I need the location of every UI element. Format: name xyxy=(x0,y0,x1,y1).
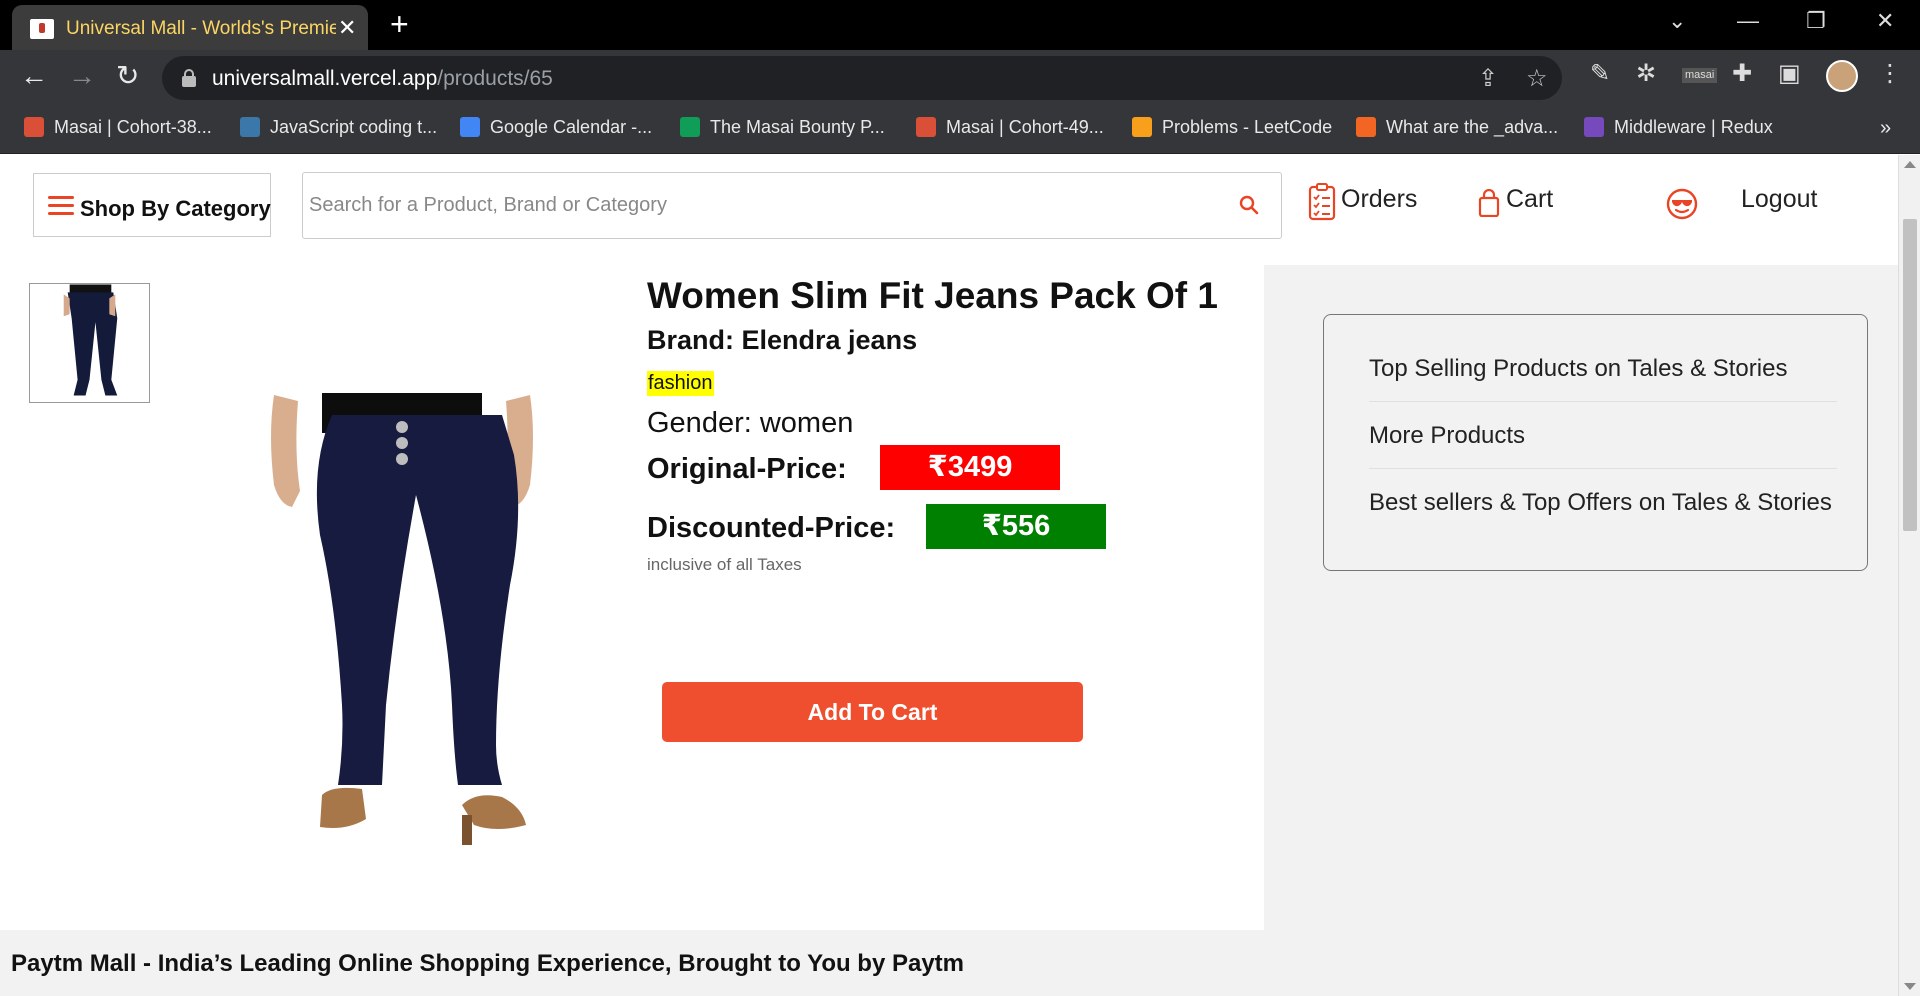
browser-tab-bar: Universal Mall - Worlds's Premier ✕ + ⌄ … xyxy=(0,0,1920,50)
bookmark-item[interactable]: What are the _adva... xyxy=(1356,117,1558,138)
tab-search-chevron-icon[interactable]: ⌄ xyxy=(1668,8,1686,34)
bookmark-item[interactable]: The Masai Bounty P... xyxy=(680,117,885,138)
restore-icon[interactable]: ❐ xyxy=(1806,8,1826,34)
bookmark-favicon-icon xyxy=(1356,117,1376,137)
extension-masai-icon[interactable]: masai xyxy=(1682,68,1718,83)
page-content: Shop By Category Orders Cart xyxy=(0,155,1898,996)
bookmark-item[interactable]: Masai | Cohort-49... xyxy=(916,117,1104,138)
bookmark-item[interactable]: JavaScript coding t... xyxy=(240,117,437,138)
search-bar xyxy=(302,172,1282,239)
sheets-icon xyxy=(680,117,700,137)
reload-icon[interactable]: ↻ xyxy=(116,62,139,90)
page-scrollbar[interactable] xyxy=(1898,155,1920,996)
sidebar-item-best-sellers[interactable]: Best sellers & Top Offers on Tales & Sto… xyxy=(1369,469,1837,536)
scroll-down-arrow-icon[interactable] xyxy=(1904,983,1916,990)
site-favicon-icon xyxy=(30,19,54,39)
side-panel-icon[interactable]: ▣ xyxy=(1778,62,1801,86)
back-icon[interactable]: ← xyxy=(20,62,48,90)
orders-link[interactable]: Orders xyxy=(1341,185,1417,214)
search-icon[interactable] xyxy=(1239,195,1259,215)
close-window-icon[interactable]: ✕ xyxy=(1876,8,1894,34)
address-bar[interactable]: universalmall.vercel.app/products/65 ⇪ ☆ xyxy=(162,56,1562,100)
redux-icon xyxy=(1584,117,1604,137)
browser-menu-icon[interactable]: ⋮ xyxy=(1878,62,1902,86)
shop-by-category-label: Shop By Category xyxy=(80,196,271,221)
discounted-price-badge: ₹556 xyxy=(926,504,1106,549)
profile-avatar[interactable] xyxy=(1826,60,1858,92)
new-tab-icon[interactable]: + xyxy=(390,8,409,40)
product-thumbnail[interactable] xyxy=(29,283,150,403)
original-price-label: Original-Price: xyxy=(647,453,847,485)
search-input[interactable] xyxy=(309,173,1209,238)
share-icon[interactable]: ⇪ xyxy=(1478,64,1498,93)
product-gender: Gender: women xyxy=(647,407,854,439)
site-header: Shop By Category Orders Cart xyxy=(0,155,1898,265)
leetcode-icon xyxy=(1132,117,1152,137)
extension-pen-icon[interactable]: ✎ xyxy=(1590,62,1610,86)
sidebar-item-top-selling[interactable]: Top Selling Products on Tales & Stories xyxy=(1369,335,1837,402)
bookmark-favicon-icon xyxy=(916,117,936,137)
python-icon xyxy=(240,117,260,137)
footer-tagline: Paytm Mall - India’s Leading Online Shop… xyxy=(11,950,965,977)
logout-link[interactable]: Logout xyxy=(1741,185,1817,214)
bookmark-favicon-icon xyxy=(24,117,44,137)
scroll-up-arrow-icon[interactable] xyxy=(1904,161,1916,168)
calendar-icon xyxy=(460,117,480,137)
jeans-thumbnail-image xyxy=(63,284,118,396)
browser-tab-active[interactable]: Universal Mall - Worlds's Premier ✕ xyxy=(12,5,368,50)
forward-icon[interactable]: → xyxy=(68,62,96,90)
product-main-image[interactable] xyxy=(262,385,582,845)
footer-banner: Paytm Mall - India’s Leading Online Shop… xyxy=(0,930,1898,996)
user-sunglasses-face-icon[interactable] xyxy=(1666,188,1698,220)
product-brand: Brand: Elendra jeans xyxy=(647,325,918,355)
hamburger-menu-icon xyxy=(48,196,74,216)
browser-toolbar: ← → ↻ universalmall.vercel.app/products/… xyxy=(0,50,1920,106)
lock-icon[interactable] xyxy=(182,69,196,87)
sidebar-item-more-products[interactable]: More Products xyxy=(1369,402,1837,469)
shopping-bag-icon[interactable] xyxy=(1478,189,1500,217)
bookmark-item[interactable]: Google Calendar -... xyxy=(460,117,652,138)
add-to-cart-button[interactable]: Add To Cart xyxy=(662,682,1083,742)
bookmark-item[interactable]: Middleware | Redux xyxy=(1584,117,1773,138)
tax-note: inclusive of all Taxes xyxy=(647,555,802,574)
bookmark-item[interactable]: Masai | Cohort-38... xyxy=(24,117,212,138)
related-links-box: Top Selling Products on Tales & Stories … xyxy=(1323,314,1868,571)
extension-bug-icon[interactable]: ✲ xyxy=(1636,62,1656,86)
url-text[interactable]: universalmall.vercel.app/products/65 xyxy=(212,67,553,91)
cart-link[interactable]: Cart xyxy=(1506,185,1553,214)
product-title: Women Slim Fit Jeans Pack Of 1 xyxy=(647,275,1218,316)
orders-clipboard-icon[interactable] xyxy=(1308,183,1336,221)
bookmark-item[interactable]: Problems - LeetCode xyxy=(1132,117,1332,138)
bookmark-star-icon[interactable]: ☆ xyxy=(1526,64,1548,93)
tab-title: Universal Mall - Worlds's Premier xyxy=(66,18,336,39)
original-price-badge: ₹3499 xyxy=(880,445,1060,490)
minimize-icon[interactable]: — xyxy=(1737,8,1759,34)
extensions-puzzle-icon[interactable]: ✚ xyxy=(1732,62,1752,86)
product-category-tag: fashion xyxy=(647,371,714,396)
shop-by-category-button[interactable]: Shop By Category xyxy=(33,173,271,237)
bookmarks-overflow-icon[interactable]: » xyxy=(1880,117,1891,140)
tab-close-icon[interactable]: ✕ xyxy=(338,15,356,41)
bookmarks-bar: Masai | Cohort-38... JavaScript coding t… xyxy=(0,106,1920,154)
discounted-price-label: Discounted-Price: xyxy=(647,512,896,544)
scroll-thumb[interactable] xyxy=(1903,219,1917,531)
